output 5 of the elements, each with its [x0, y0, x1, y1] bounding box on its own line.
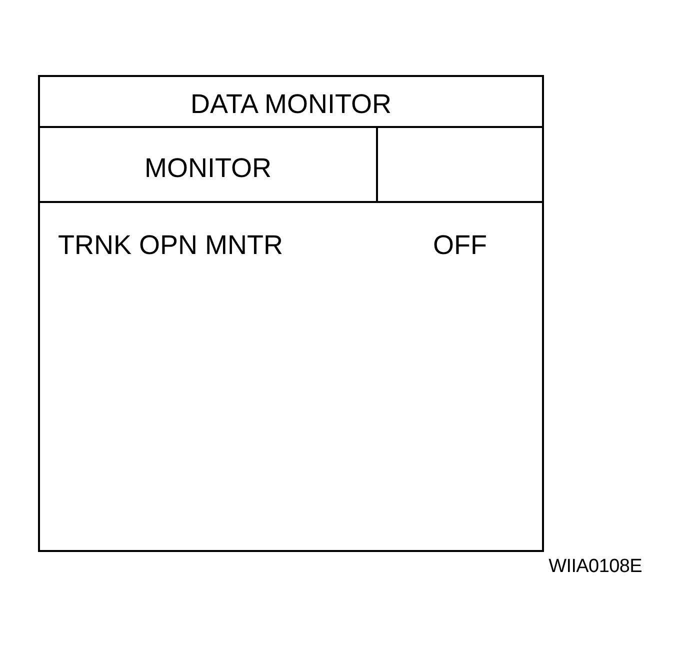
- table-title: DATA MONITOR: [190, 88, 392, 120]
- column-header: MONITOR: [144, 152, 272, 184]
- item-name: TRNK OPN MNTR: [58, 229, 284, 261]
- figure-code: WIIA0108E: [548, 556, 642, 578]
- item-value: OFF: [433, 229, 487, 261]
